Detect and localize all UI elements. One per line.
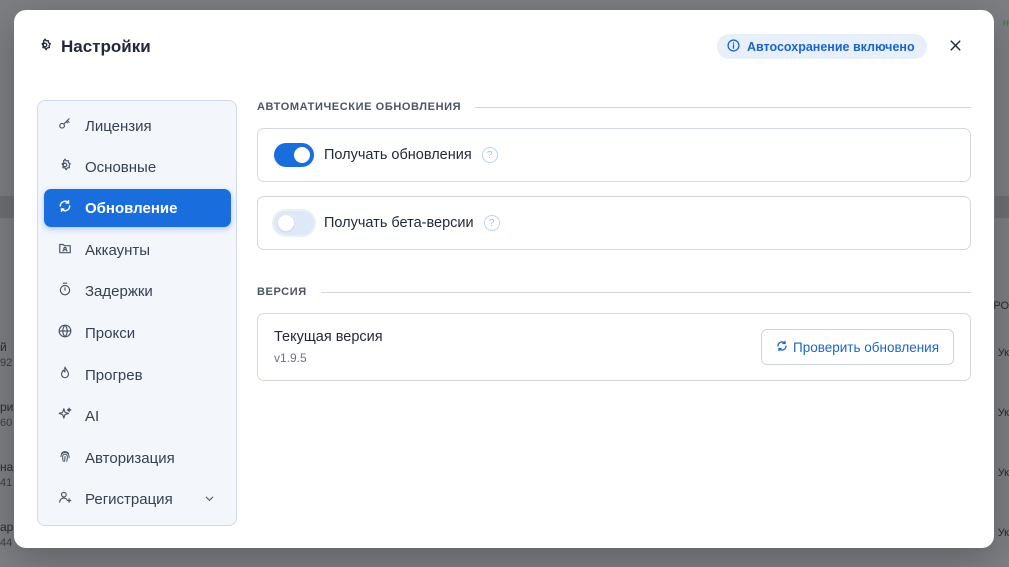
user-plus-icon [58,490,72,508]
sidebar-item-accounts[interactable]: Аккаунты [44,231,231,269]
account-folder-icon [58,241,72,259]
background-text: Ук [997,467,1009,479]
check-updates-button[interactable]: Проверить обновления [761,329,954,365]
section-title-version: ВЕРСИЯ [257,285,971,299]
sidebar-item-label: Основные [85,158,157,176]
timer-icon [58,282,72,300]
sidebar-item-registration[interactable]: Регистрация [44,480,231,518]
sidebar-item-label: AI [85,407,100,425]
sidebar-item-authorization[interactable]: Авторизация [44,439,231,477]
sidebar-item-warmup[interactable]: Прогрев [44,356,231,394]
globe-icon [58,324,72,342]
settings-sidebar: Лицензия Основные Обновление Аккаунты За… [37,100,237,526]
background-row-stripe [0,196,14,218]
current-version-value: v1.9.5 [274,351,307,365]
help-icon[interactable]: ? [481,147,498,163]
background-text: Ук [997,407,1009,419]
receive-updates-label: Получать обновления [324,147,472,163]
sidebar-item-ai[interactable]: AI [44,397,231,435]
close-button[interactable] [944,37,966,59]
background-text: й [0,340,7,354]
section-title-text: АВТОМАТИЧЕСКИЕ ОБНОВЛЕНИЯ [257,101,462,113]
background-page-right: н РО Ук Ук Ук Ук [993,0,1009,567]
gear-icon [38,38,52,57]
receive-updates-toggle[interactable] [274,143,314,167]
background-text: 41 [0,477,13,489]
close-icon [949,39,962,57]
background-text: РО [993,300,1009,312]
settings-modal: Настройки Автосохранение включено Лиценз… [14,10,994,548]
receive-updates-card: Получать обновления ? [257,128,971,182]
help-icon[interactable]: ? [483,215,500,231]
sidebar-item-license[interactable]: Лицензия [44,107,231,145]
fingerprint-icon [58,449,72,467]
receive-beta-card: Получать бета-версии ? [257,196,971,250]
background-text: на [0,460,14,474]
sidebar-item-label: Аккаунты [85,241,151,259]
autosave-text: Автосохранение включено [747,39,915,54]
sidebar-item-label: Прокси [85,324,136,342]
background-text: Ук [997,527,1009,539]
section-title-auto-updates: АВТОМАТИЧЕСКИЕ ОБНОВЛЕНИЯ [257,100,971,114]
divider [320,291,971,293]
background-text: 60 [0,417,13,429]
sidebar-item-label: Регистрация [85,490,173,508]
modal-title-group: Настройки [38,37,151,57]
receive-beta-toggle[interactable] [274,211,314,235]
sidebar-item-proxy[interactable]: Прокси [44,314,231,352]
toggle-knob [278,215,294,231]
version-card: Текущая версия v1.9.5 Проверить обновлен… [257,313,971,381]
divider [475,106,971,108]
sidebar-item-general[interactable]: Основные [44,148,231,186]
section-title-text: ВЕРСИЯ [257,286,307,298]
sidebar-item-label: Прогрев [85,366,143,384]
sidebar-item-label: Обновление [85,199,178,217]
key-icon [58,117,72,135]
sidebar-item-updates[interactable]: Обновление [44,189,231,227]
sidebar-item-label: Авторизация [85,449,175,467]
background-text: ри [0,400,14,414]
receive-beta-label: Получать бета-версии [324,215,474,231]
background-text: н [1002,17,1009,29]
sidebar-item-delays[interactable]: Задержки [44,272,231,310]
background-text: ар [0,520,14,534]
sparkles-icon [58,407,72,425]
modal-header: Настройки Автосохранение включено [14,10,994,82]
background-text: 92 [0,357,13,369]
current-version-label: Текущая версия [274,329,383,345]
modal-title: Настройки [61,37,151,56]
refresh-icon [58,199,72,217]
sidebar-item-label: Лицензия [85,117,152,135]
sidebar-item-label: Задержки [85,282,153,300]
chevron-down-icon [205,496,214,502]
info-icon [727,38,740,55]
toggle-knob [294,147,310,163]
flame-icon [58,366,72,384]
gear-icon [58,158,72,176]
background-row-stripe [995,196,1009,218]
background-text: Ук [997,347,1009,359]
autosave-badge: Автосохранение включено [717,34,927,59]
background-text: 44 [0,537,13,549]
refresh-icon [776,340,788,355]
check-updates-label: Проверить обновления [792,339,940,355]
